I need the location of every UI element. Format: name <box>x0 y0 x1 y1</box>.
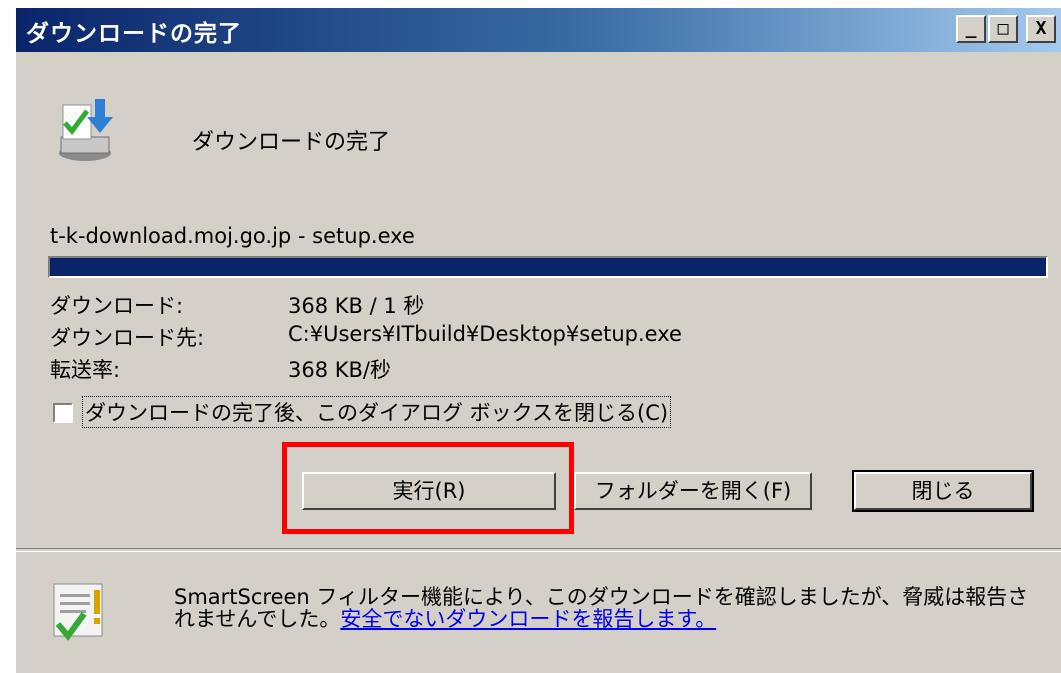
maximize-button[interactable]: □ <box>988 15 1018 43</box>
separator <box>16 548 1061 552</box>
download-complete-dialog: ダウンロードの完了 _ □ X ダウンロードの完了 t-k-download.m… <box>14 8 1061 673</box>
close-on-complete-checkbox[interactable] <box>53 403 73 423</box>
transfer-rate-label: 転送率: <box>50 358 121 382</box>
open-folder-button[interactable]: フォルダーを開く(F) <box>574 472 812 510</box>
close-on-complete-label[interactable]: ダウンロードの完了後、このダイアログ ボックスを閉じる(C) <box>82 396 672 428</box>
download-complete-icon <box>59 99 113 161</box>
smartscreen-check-icon <box>53 583 103 641</box>
progress-fill <box>50 258 1046 276</box>
file-name: t-k-download.moj.go.jp - setup.exe <box>50 224 415 248</box>
destination-label: ダウンロード先: <box>50 326 205 350</box>
minimize-button[interactable]: _ <box>956 15 986 43</box>
title-bar[interactable]: ダウンロードの完了 _ □ X <box>16 8 1061 52</box>
dialog-heading: ダウンロードの完了 <box>192 130 391 155</box>
close-window-button[interactable]: X <box>1026 15 1056 43</box>
smartscreen-message: SmartScreen フィルター機能により、このダウンロードを確認しましたが、… <box>174 586 1044 630</box>
close-button[interactable]: 閉じる <box>852 470 1034 512</box>
report-unsafe-download-link[interactable]: 安全でないダウンロードを報告します。 <box>340 607 716 631</box>
run-button[interactable]: 実行(R) <box>302 472 556 510</box>
progress-bar <box>48 256 1048 278</box>
destination-value: C:¥Users¥ITbuild¥Desktop¥setup.exe <box>288 322 682 346</box>
transfer-rate-value: 368 KB/秒 <box>288 358 392 382</box>
window-title: ダウンロードの完了 <box>26 21 242 47</box>
downloaded-value: 368 KB / 1 秒 <box>288 294 425 318</box>
downloaded-label: ダウンロード: <box>50 294 184 318</box>
